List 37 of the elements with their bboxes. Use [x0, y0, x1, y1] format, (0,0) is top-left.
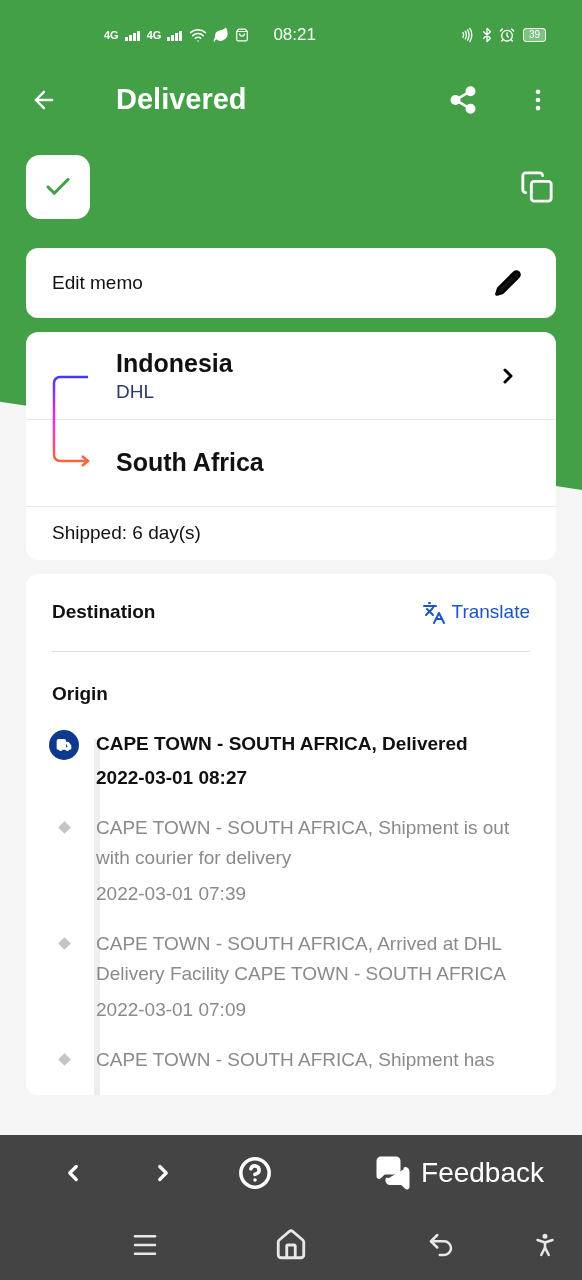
event-text: CAPE TOWN - SOUTH AFRICA, Shipment is out with courier for delivery — [96, 815, 511, 870]
clock-time: 08:21 — [273, 24, 316, 47]
shipped-duration: Shipped: 6 day(s) — [52, 521, 201, 546]
signal-icon — [167, 29, 184, 41]
memo-button[interactable]: Edit memo — [26, 248, 556, 318]
event-text: CAPE TOWN - SOUTH AFRICA, Shipment has — [96, 1047, 496, 1072]
leaf-icon — [213, 27, 230, 43]
battery-icon: 39 — [522, 28, 546, 42]
help-icon[interactable] — [238, 1155, 272, 1190]
home-icon[interactable] — [274, 1228, 308, 1262]
translate-button[interactable]: Translate — [421, 598, 530, 627]
alarm-icon — [498, 27, 515, 43]
translate-icon — [421, 600, 446, 625]
event-text: CAPE TOWN - SOUTH AFRICA, Delivered — [96, 731, 469, 756]
route-arrow-icon — [52, 375, 92, 467]
bag-icon — [235, 28, 250, 42]
section-heading: Destination — [52, 600, 156, 625]
feedback-icon — [375, 1154, 412, 1191]
signal-icon — [124, 29, 141, 41]
destination-country: South Africa — [116, 447, 264, 479]
carrier-name: DHL — [116, 379, 155, 404]
section-heading: Origin — [51, 682, 109, 706]
network-label: 4G — [104, 27, 119, 43]
event-time: 2022-03-01 08:27 — [96, 765, 249, 790]
edit-icon — [494, 269, 522, 297]
network-label: 4G — [146, 27, 162, 43]
share-icon[interactable] — [448, 85, 478, 115]
feedback-button[interactable]: Feedback — [375, 1151, 544, 1194]
wifi-icon — [189, 26, 208, 44]
page-title: Delivered — [116, 82, 247, 118]
event-text: CAPE TOWN - SOUTH AFRICA, Arrived at DHL Delivery Facility CAPE TOWN - SOUTH AFRICA — [96, 931, 507, 986]
origin-row[interactable]: Indonesia DHL — [26, 332, 556, 420]
event-time: 2022-03-01 07:39 — [96, 881, 247, 906]
copy-icon[interactable] — [520, 170, 554, 204]
event-time: 2022-03-01 07:09 — [96, 997, 247, 1022]
status-badge — [26, 155, 90, 219]
origin-country: Indonesia — [116, 347, 233, 379]
